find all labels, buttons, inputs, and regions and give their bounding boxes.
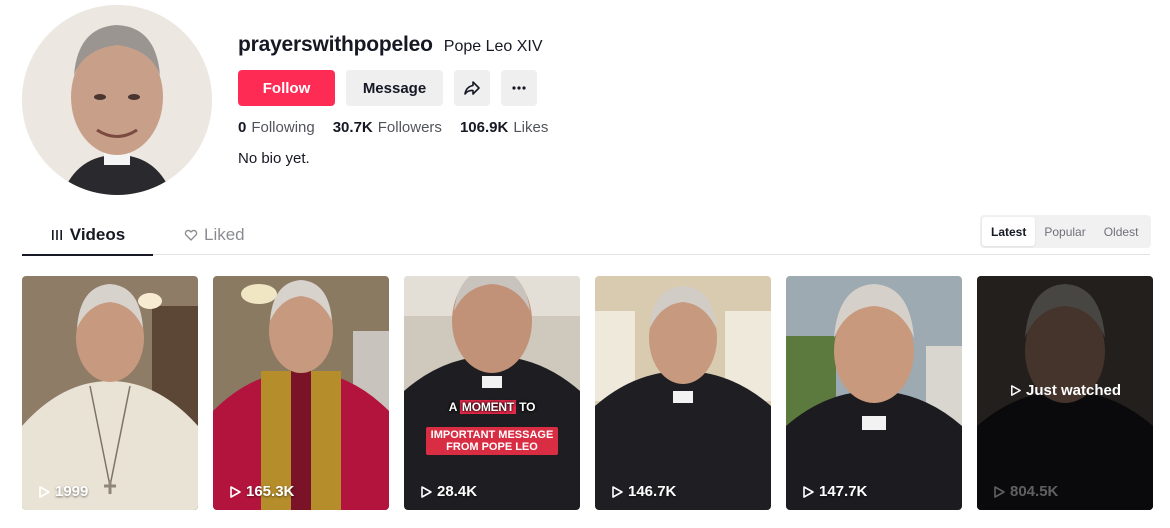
profile-stats: 0 Following 30.7K Followers 106.9K Likes xyxy=(238,119,548,136)
profile-avatar[interactable] xyxy=(22,5,212,195)
video-card[interactable]: 147.7K xyxy=(786,276,962,510)
just-watched-overlay: Just watched xyxy=(977,382,1153,399)
video-thumbnail xyxy=(595,276,771,510)
stat-value: 106.9K xyxy=(459,119,509,136)
just-watched-label: Just watched xyxy=(1025,382,1122,399)
view-count: 804.5K xyxy=(992,483,1058,500)
tab-liked[interactable]: Liked xyxy=(184,215,245,255)
grid-icon xyxy=(51,230,62,240)
view-count: 165.3K xyxy=(228,483,294,500)
video-caption-line1: A MOMENT TO xyxy=(404,400,580,414)
video-thumbnail xyxy=(22,276,198,510)
video-caption-line2: IMPORTANT MESSAGE FROM POPE LEO xyxy=(426,427,558,455)
share-button[interactable] xyxy=(454,70,490,106)
sort-oldest[interactable]: Oldest xyxy=(1095,217,1148,246)
stat-label: Likes xyxy=(513,119,549,136)
stat-value: 30.7K xyxy=(332,119,373,136)
view-count-value: 804.5K xyxy=(1010,483,1059,500)
heart-lock-icon xyxy=(184,229,198,241)
video-thumbnail xyxy=(786,276,962,510)
video-card[interactable]: 1999 xyxy=(22,276,198,510)
more-options-button[interactable] xyxy=(501,70,537,106)
play-icon xyxy=(39,485,50,498)
video-card[interactable]: 165.3K xyxy=(213,276,389,510)
sort-latest[interactable]: Latest xyxy=(982,217,1036,246)
nickname: Pope Leo XIV xyxy=(443,38,543,55)
share-icon xyxy=(464,81,480,95)
follow-button[interactable]: Follow xyxy=(238,70,335,106)
username: prayerswithpopeleo xyxy=(238,33,433,56)
view-count: 28.4K xyxy=(419,483,477,500)
stat-following[interactable]: 0 Following xyxy=(238,119,315,136)
view-count-value: 147.7K xyxy=(819,483,868,500)
video-thumbnail xyxy=(404,276,580,510)
view-count: 147.7K xyxy=(801,483,867,500)
play-icon xyxy=(612,485,623,498)
tab-label: Liked xyxy=(204,225,245,244)
avatar-image xyxy=(22,5,212,195)
play-icon xyxy=(994,485,1005,498)
video-thumbnail xyxy=(213,276,389,510)
tab-videos[interactable]: Videos xyxy=(22,215,153,256)
stat-label: Following xyxy=(251,119,315,136)
sort-popular[interactable]: Popular xyxy=(1035,217,1094,246)
view-count-value: 28.4K xyxy=(437,483,478,500)
stat-value: 0 xyxy=(238,119,247,136)
bio-text: No bio yet. xyxy=(238,150,310,167)
video-grid: 1999 165.3K A MOMENT TO IMPORTANT MESSAG… xyxy=(22,276,1153,510)
play-icon xyxy=(803,485,814,498)
tab-label: Videos xyxy=(69,225,126,244)
caption-text: TO xyxy=(516,400,536,414)
message-button[interactable]: Message xyxy=(346,70,443,106)
video-card[interactable]: Just watched 804.5K xyxy=(977,276,1153,510)
stat-likes: 106.9K Likes xyxy=(460,119,548,136)
stat-label: Followers xyxy=(377,119,442,136)
view-count-value: 1999 xyxy=(55,483,89,500)
sort-control: Latest Popular Oldest xyxy=(980,215,1151,248)
ellipsis-icon xyxy=(512,86,526,90)
stat-followers[interactable]: 30.7K Followers xyxy=(333,119,442,136)
play-icon xyxy=(230,485,241,498)
video-card[interactable]: 146.7K xyxy=(595,276,771,510)
video-card[interactable]: A MOMENT TO IMPORTANT MESSAGE FROM POPE … xyxy=(404,276,580,510)
caption-highlight: MOMENT xyxy=(459,400,517,414)
view-count: 146.7K xyxy=(610,483,676,500)
play-icon xyxy=(421,485,432,498)
view-count-value: 146.7K xyxy=(628,483,677,500)
view-count: 1999 xyxy=(37,483,88,500)
play-icon xyxy=(1011,385,1021,396)
view-count-value: 165.3K xyxy=(246,483,295,500)
caption-text: A xyxy=(448,400,460,414)
